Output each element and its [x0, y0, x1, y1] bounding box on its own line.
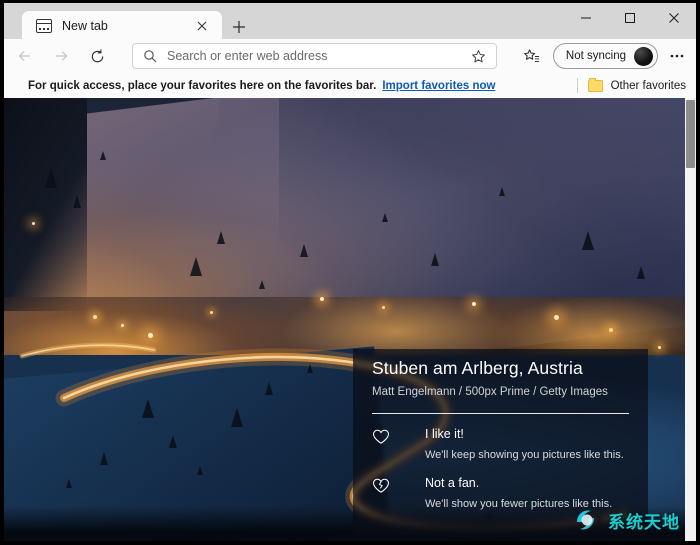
browser-window: New tab Search or enter web address Not …	[0, 0, 700, 545]
feedback-dislike-title: Not a fan.	[425, 476, 480, 490]
photo-credit: Matt Engelmann / 500px Prime / Getty Ima…	[372, 386, 608, 398]
favorites-bar: For quick access, place your favorites h…	[4, 73, 696, 98]
toolbar-right-cluster: Not syncing	[517, 39, 692, 73]
address-bar[interactable]: Search or enter web address	[132, 43, 497, 69]
minimize-button[interactable]	[564, 3, 608, 33]
ellipsis-icon[interactable]	[662, 41, 692, 71]
other-favorites-label: Other favorites	[610, 79, 686, 92]
window-controls	[564, 3, 696, 33]
search-icon	[143, 49, 157, 63]
new-tab-page-content: Stuben am Arlberg, Austria Matt Engelman…	[4, 98, 692, 541]
refresh-button[interactable]	[82, 41, 112, 71]
feedback-like-title: I like it!	[425, 427, 464, 441]
sync-status-label: Not syncing	[565, 50, 626, 62]
new-tab-button[interactable]	[229, 17, 249, 37]
newtab-page-icon	[36, 19, 52, 33]
favorites-list-icon[interactable]	[517, 41, 547, 71]
avatar-icon	[634, 46, 653, 66]
folder-icon	[587, 77, 603, 92]
address-bar-input[interactable]: Search or enter web address	[167, 49, 471, 63]
browser-toolbar: Search or enter web address Not syncing	[4, 39, 696, 73]
import-favorites-link[interactable]: Import favorites now	[382, 80, 495, 92]
star-icon[interactable]	[471, 49, 486, 64]
heart-icon	[372, 429, 390, 447]
vertical-scrollbar[interactable]	[685, 98, 696, 541]
tab-new-tab[interactable]: New tab	[22, 11, 222, 41]
back-button[interactable]	[10, 41, 40, 71]
profile-sync-button[interactable]: Not syncing	[552, 43, 658, 69]
feedback-like-description: We'll keep showing you pictures like thi…	[425, 449, 624, 461]
maximize-button[interactable]	[608, 3, 652, 33]
scrollbar-thumb[interactable]	[686, 100, 695, 168]
close-button[interactable]	[652, 3, 696, 33]
tab-strip: New tab	[4, 3, 696, 41]
tab-title: New tab	[62, 19, 108, 33]
close-icon[interactable]	[194, 18, 210, 34]
watermark-text: 系统天地	[608, 512, 680, 533]
favorites-hint-text: For quick access, place your favorites h…	[28, 79, 377, 92]
broken-heart-icon	[372, 478, 390, 496]
divider	[576, 78, 578, 93]
forward-button[interactable]	[46, 41, 76, 71]
divider	[372, 413, 629, 414]
site-logo-icon	[572, 505, 602, 535]
site-watermark: 系统天地	[572, 505, 680, 535]
other-favorites-button[interactable]: Other favorites	[576, 77, 686, 93]
photo-title: Stuben am Arlberg, Austria	[372, 358, 583, 378]
